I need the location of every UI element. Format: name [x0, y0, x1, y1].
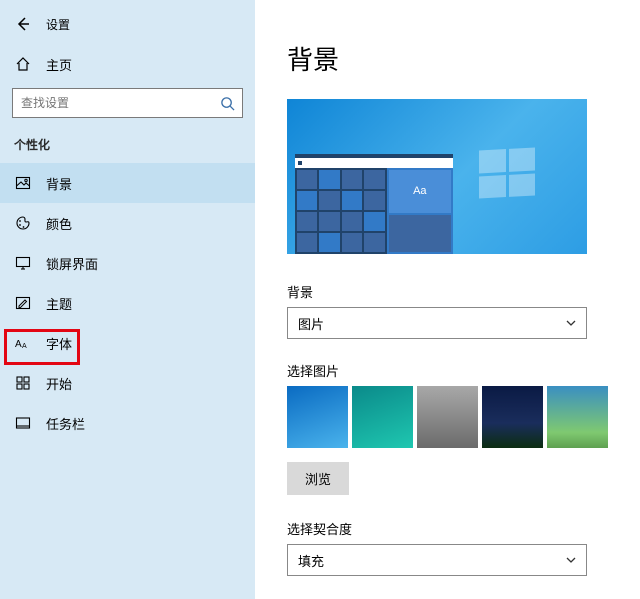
monitor-icon [14, 254, 32, 272]
nav-label: 任务栏 [46, 414, 85, 433]
browse-button[interactable]: 浏览 [287, 462, 349, 495]
chevron-down-icon [564, 316, 578, 330]
nav-label: 主题 [46, 294, 72, 313]
sidebar-item-colors[interactable]: 颜色 [0, 203, 255, 243]
svg-text:A: A [15, 339, 22, 350]
sidebar-item-lockscreen[interactable]: 锁屏界面 [0, 243, 255, 283]
fit-combo[interactable]: 填充 [287, 544, 587, 576]
header-row: 设置 [0, 8, 255, 40]
svg-text:A: A [22, 343, 27, 350]
sidebar-item-fonts[interactable]: AA 字体 [0, 323, 255, 363]
nav-label: 背景 [46, 174, 72, 193]
nav-label: 字体 [46, 334, 72, 353]
bg-type-combo[interactable]: 图片 [287, 307, 587, 339]
windows-logo-icon [479, 148, 535, 199]
home-label: 主页 [46, 55, 72, 74]
back-icon[interactable] [14, 15, 32, 33]
taskbar-icon [14, 414, 32, 432]
chevron-down-icon [564, 553, 578, 567]
sidebar-item-themes[interactable]: 主题 [0, 283, 255, 323]
start-icon [14, 374, 32, 392]
bg-type-label: 背景 [287, 282, 608, 301]
home-icon [14, 55, 32, 73]
nav-label: 颜色 [46, 214, 72, 233]
preview-sample-text: Aa [389, 170, 451, 213]
fit-value: 填充 [298, 551, 324, 570]
search-box [12, 88, 243, 118]
section-label: 个性化 [0, 130, 255, 163]
sidebar-home[interactable]: 主页 [0, 44, 255, 84]
pencil-icon [14, 294, 32, 312]
wallpaper-thumb[interactable] [547, 386, 608, 448]
choose-pic-label: 选择图片 [287, 361, 608, 380]
wallpaper-thumb[interactable] [287, 386, 348, 448]
main-panel: 背景 Aa 背景 图片 选择图片 [255, 0, 640, 599]
nav-label: 开始 [46, 374, 72, 393]
sidebar-item-start[interactable]: 开始 [0, 363, 255, 403]
sidebar-item-background[interactable]: 背景 [0, 163, 255, 203]
bg-type-value: 图片 [298, 314, 324, 333]
picture-icon [14, 174, 32, 192]
search-wrap [0, 84, 255, 130]
settings-title: 设置 [46, 16, 70, 33]
thumbnail-row [287, 386, 608, 448]
search-input[interactable] [12, 88, 243, 118]
wallpaper-thumb[interactable] [352, 386, 413, 448]
search-icon [219, 95, 235, 111]
sidebar-item-taskbar[interactable]: 任务栏 [0, 403, 255, 443]
desktop-preview: Aa [287, 99, 587, 254]
wallpaper-thumb[interactable] [417, 386, 478, 448]
fit-label: 选择契合度 [287, 519, 608, 538]
preview-window: Aa [295, 154, 453, 254]
palette-icon [14, 214, 32, 232]
wallpaper-thumb[interactable] [482, 386, 543, 448]
font-icon: AA [14, 334, 32, 352]
page-title: 背景 [287, 40, 608, 77]
nav-label: 锁屏界面 [46, 254, 98, 273]
settings-sidebar: 设置 主页 个性化 背景 颜色 锁屏界面 [0, 0, 255, 599]
